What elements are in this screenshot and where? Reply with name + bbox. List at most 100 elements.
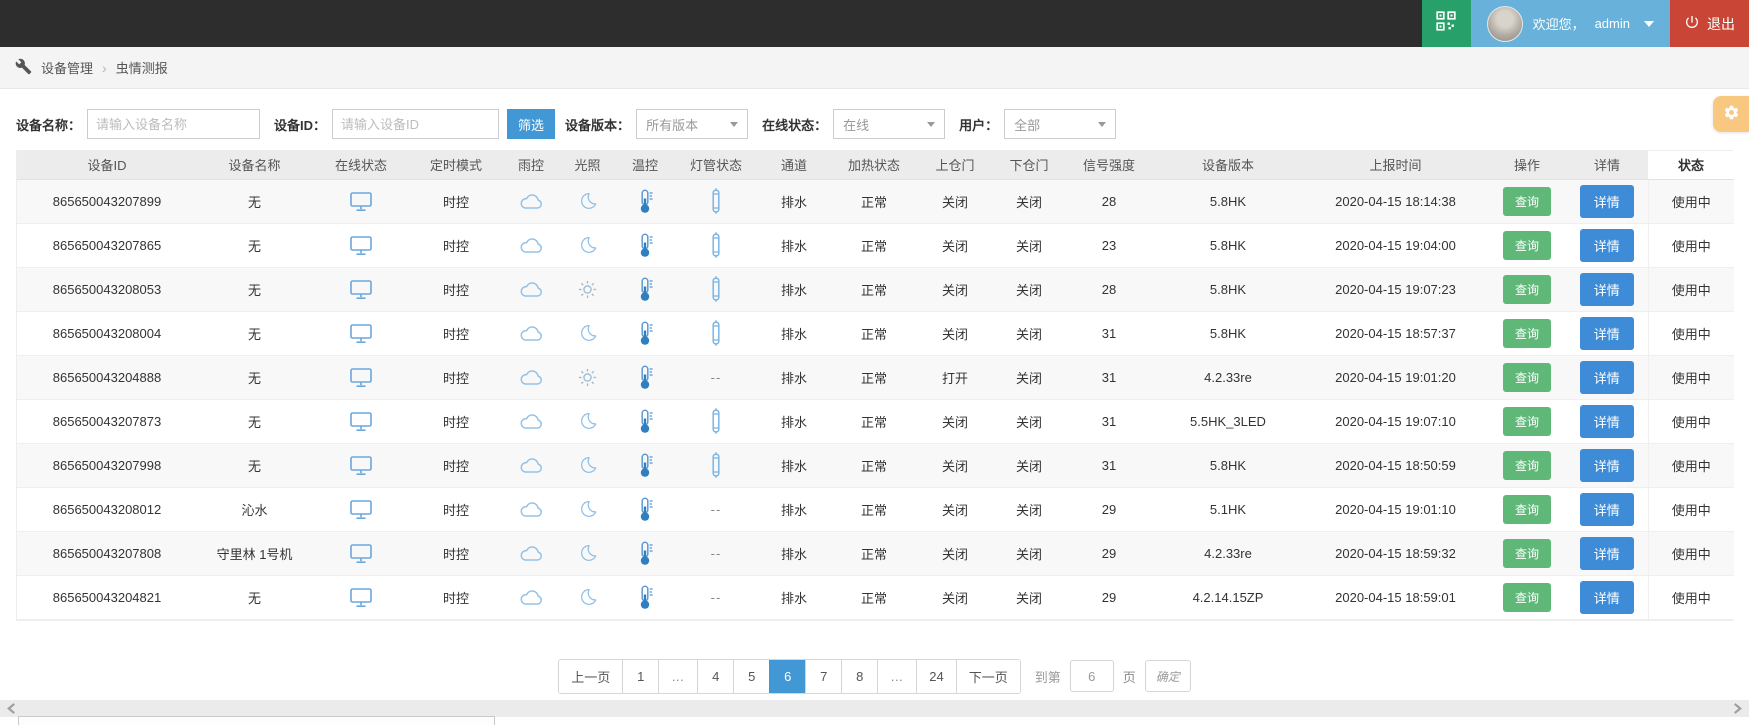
cell-lower-door: 关闭	[993, 179, 1065, 224]
detail-button[interactable]: 详情	[1579, 492, 1634, 526]
cell-light-control	[560, 487, 615, 532]
query-button[interactable]: 查询	[1502, 494, 1551, 524]
thermometer-icon	[637, 233, 654, 257]
chevron-down-icon	[1644, 20, 1654, 27]
goto-label: 到第	[1034, 669, 1061, 685]
detail-button[interactable]: 详情	[1579, 580, 1634, 614]
horizontal-scrollbar-thumb[interactable]	[18, 716, 495, 725]
column-header: 状态	[1648, 151, 1734, 180]
tube-icon	[710, 452, 722, 478]
page-button[interactable]: 24	[916, 659, 956, 693]
filter-bar: 设备名称： 设备ID： 筛选 设备版本： 所有版本 在线状态： 在线 用户： 全…	[16, 108, 1733, 140]
cell-status: 使用中	[1647, 443, 1734, 488]
detail-button[interactable]: 详情	[1579, 448, 1634, 482]
cell-rain-control	[502, 399, 560, 444]
thermometer-icon	[637, 541, 654, 565]
page-button[interactable]: 4	[697, 659, 734, 693]
cell-detail: 详情	[1566, 399, 1648, 444]
cloud-icon	[519, 456, 543, 473]
confirm-button[interactable]: 确定	[1144, 660, 1191, 692]
cell-channel: 排水	[757, 443, 831, 488]
device-id-label: 设备ID：	[274, 117, 327, 133]
cell-light-control	[560, 311, 615, 356]
cell-upper-door: 关闭	[917, 399, 993, 444]
version-select[interactable]: 所有版本	[636, 109, 749, 139]
cloud-icon	[519, 544, 543, 561]
column-header: 定时模式	[410, 151, 502, 180]
cell-device-id: 865650043204821	[17, 575, 197, 620]
scroll-left-icon[interactable]	[6, 702, 17, 715]
cell-rain-control	[502, 267, 560, 312]
monitor-icon	[349, 587, 373, 607]
cell-rain-control	[502, 487, 560, 532]
cell-channel: 排水	[757, 179, 831, 224]
user-menu[interactable]: 欢迎您， admin	[1470, 0, 1670, 47]
column-header: 详情	[1566, 151, 1648, 180]
cell-online-status	[312, 223, 410, 268]
pagination: 上一页1…45678…24下一页 到第 页 确定	[0, 658, 1749, 694]
scroll-right-icon[interactable]	[1732, 702, 1743, 715]
query-button[interactable]: 查询	[1502, 274, 1551, 304]
detail-button[interactable]: 详情	[1579, 316, 1634, 350]
cell-action: 查询	[1488, 267, 1566, 312]
cell-detail: 详情	[1566, 267, 1648, 312]
query-button[interactable]: 查询	[1502, 538, 1551, 568]
qr-code-button[interactable]	[1421, 0, 1471, 47]
cell-detail: 详情	[1566, 223, 1648, 268]
breadcrumb-item-device-management[interactable]: 设备管理	[41, 58, 93, 77]
horizontal-scroll-strip	[0, 700, 1749, 717]
cell-light-control	[560, 355, 615, 400]
cell-temp-control	[615, 223, 675, 268]
settings-button[interactable]	[1713, 96, 1749, 132]
page-button[interactable]: 1	[622, 659, 659, 693]
cell-lamp-status	[675, 267, 757, 312]
query-button[interactable]: 查询	[1502, 450, 1551, 480]
current-page-button: 6	[769, 659, 806, 693]
goto-page-input[interactable]	[1069, 660, 1114, 692]
page-button[interactable]: 7	[805, 659, 842, 693]
gear-icon	[1723, 104, 1740, 124]
thermometer-icon	[637, 277, 654, 301]
cell-device-version: 5.5HK_3LED	[1153, 399, 1303, 444]
detail-button[interactable]: 详情	[1579, 228, 1634, 262]
detail-button[interactable]: 详情	[1579, 184, 1634, 218]
page-button[interactable]: 8	[841, 659, 878, 693]
cell-heating-status: 正常	[831, 267, 917, 312]
cell-upper-door: 关闭	[917, 223, 993, 268]
cell-signal-strength: 31	[1065, 311, 1153, 356]
device-id-input[interactable]	[332, 109, 500, 139]
query-button[interactable]: 查询	[1502, 362, 1551, 392]
query-button[interactable]: 查询	[1502, 230, 1551, 260]
device-name-input[interactable]	[87, 109, 261, 139]
query-button[interactable]: 查询	[1502, 318, 1551, 348]
cell-channel: 排水	[757, 531, 831, 576]
monitor-icon	[349, 191, 373, 211]
query-button[interactable]: 查询	[1502, 406, 1551, 436]
cell-rain-control	[502, 443, 560, 488]
monitor-icon	[349, 323, 373, 343]
page-button[interactable]: 5	[733, 659, 770, 693]
cloud-icon	[519, 192, 543, 209]
monitor-icon	[349, 279, 373, 299]
filter-button[interactable]: 筛选	[507, 109, 556, 139]
detail-button[interactable]: 详情	[1579, 536, 1634, 570]
next-page-button[interactable]: 下一页	[955, 659, 1020, 693]
detail-button[interactable]: 详情	[1579, 272, 1634, 306]
logout-button[interactable]: 退出	[1670, 0, 1749, 47]
table-row: 865650043208053 无时控 排水 正常 关闭 关闭 28 5.8HK 2020-04…	[17, 267, 1734, 312]
detail-button[interactable]: 详情	[1579, 404, 1634, 438]
query-button[interactable]: 查询	[1502, 186, 1551, 216]
cloud-icon	[519, 280, 543, 297]
column-header: 上报时间	[1303, 151, 1488, 180]
detail-button[interactable]: 详情	[1579, 360, 1634, 394]
user-select[interactable]: 全部	[1004, 109, 1117, 139]
prev-page-button[interactable]: 上一页	[559, 659, 623, 693]
page-jump: 到第 页 确定	[1035, 660, 1191, 692]
cell-device-name: 无	[197, 311, 312, 356]
page-ellipsis: …	[877, 659, 917, 693]
query-button[interactable]: 查询	[1502, 582, 1551, 612]
cell-device-version: 5.8HK	[1153, 311, 1303, 356]
online-status-select[interactable]: 在线	[833, 109, 946, 139]
logout-label: 退出	[1707, 15, 1735, 32]
cell-device-version: 5.8HK	[1153, 223, 1303, 268]
